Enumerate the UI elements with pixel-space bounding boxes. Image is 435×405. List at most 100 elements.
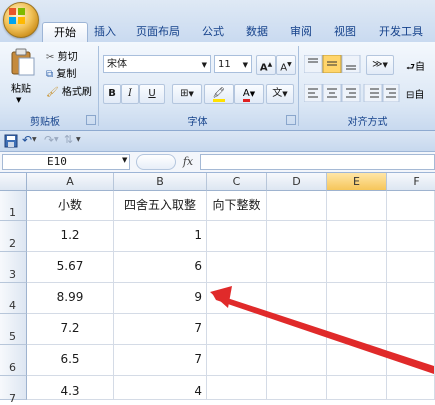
cell-b3[interactable]: 6 xyxy=(114,252,207,283)
cell-e3[interactable] xyxy=(327,252,387,283)
formula-input[interactable] xyxy=(200,154,435,170)
customize-qat-icon[interactable]: ▼ xyxy=(76,136,81,143)
row-header[interactable]: 1 xyxy=(0,191,27,221)
cell-e1[interactable] xyxy=(327,191,387,221)
cell-b6[interactable]: 7 xyxy=(114,345,207,376)
fill-color-icon: 🖍 xyxy=(212,88,226,102)
save-icon[interactable] xyxy=(4,134,18,148)
redo-icon[interactable]: ↷ xyxy=(44,133,54,147)
grow-font-button[interactable]: A▲ xyxy=(256,55,276,75)
row-header[interactable]: 5 xyxy=(0,314,27,345)
column-header-c[interactable]: C xyxy=(207,173,267,191)
annotation-arrow xyxy=(210,286,434,374)
row-number: 4 xyxy=(9,299,16,312)
merge-label: 自 xyxy=(414,90,425,101)
font-name-select[interactable]: 宋体 ▼ xyxy=(103,55,211,73)
cell-a2[interactable]: 1.2 xyxy=(27,221,114,252)
row-number: 7 xyxy=(9,392,16,405)
name-box-dropdown-icon[interactable]: ▼ xyxy=(122,156,127,164)
format-painter-button[interactable]: 🖌 格式刷 xyxy=(46,83,92,98)
phonetic-button[interactable]: 文▼ xyxy=(266,84,294,104)
cell-f3[interactable] xyxy=(387,252,435,283)
row-header[interactable]: 6 xyxy=(0,345,27,376)
undo-dropdown-icon[interactable]: ▼ xyxy=(32,136,37,143)
sort-icon[interactable]: ⇅ xyxy=(64,133,73,146)
cut-button[interactable]: ✂ 剪切 xyxy=(46,48,78,63)
clipboard-group-label: 剪贴板 xyxy=(30,117,60,128)
row-header[interactable]: 2 xyxy=(0,221,27,252)
tab-page-layout[interactable]: 页面布局 xyxy=(126,22,190,42)
cell-a7[interactable]: 4.3 xyxy=(27,376,114,400)
column-header-f[interactable]: F xyxy=(387,173,435,191)
name-box[interactable]: E10 xyxy=(2,154,130,170)
cell-b5[interactable]: 7 xyxy=(114,314,207,345)
insert-function-button[interactable]: fx xyxy=(178,154,198,170)
column-header-a[interactable]: A xyxy=(27,173,114,191)
column-header-d[interactable]: D xyxy=(267,173,327,191)
cell-b1[interactable]: 四舍五入取整 xyxy=(114,191,207,221)
shrink-font-button[interactable]: A▼ xyxy=(276,55,296,75)
cell-a3[interactable]: 5.67 xyxy=(27,252,114,283)
undo-icon[interactable]: ↶ xyxy=(22,133,32,147)
tab-review[interactable]: 审阅 xyxy=(282,22,320,42)
tab-formulas[interactable]: 公式 xyxy=(194,22,232,42)
horizontal-align-buttons[interactable] xyxy=(304,84,400,102)
group-divider xyxy=(298,46,299,126)
font-color-button[interactable]: A▼ xyxy=(234,84,264,104)
wrap-text-button[interactable]: ⮐自 xyxy=(406,58,425,77)
row-header[interactable]: 3 xyxy=(0,252,27,283)
bold-button[interactable]: B xyxy=(103,84,121,104)
cell-c1[interactable]: 向下整数 xyxy=(207,191,267,221)
tab-home[interactable]: 开始 xyxy=(42,22,88,43)
borders-icon: ⊞ xyxy=(180,88,189,99)
cell-a4[interactable]: 8.99 xyxy=(27,283,114,314)
cut-label: 剪切 xyxy=(57,52,78,63)
cell-c3[interactable] xyxy=(207,252,267,283)
cell-a6[interactable]: 6.5 xyxy=(27,345,114,376)
phonetic-label: 文 xyxy=(272,88,283,99)
formula-bar-expand-handle[interactable] xyxy=(136,154,176,170)
row-header[interactable]: 7 xyxy=(0,376,27,405)
office-logo-icon xyxy=(9,8,25,24)
merge-button[interactable]: ⊟自 xyxy=(406,86,424,101)
cell-f2[interactable] xyxy=(387,221,435,252)
row-header[interactable]: 4 xyxy=(0,283,27,314)
select-all-button[interactable] xyxy=(0,173,27,191)
cell-d3[interactable] xyxy=(267,252,327,283)
italic-button[interactable]: I xyxy=(121,84,139,104)
column-header-e[interactable]: E xyxy=(327,173,387,191)
chevron-down-icon: ▼ xyxy=(242,61,248,69)
cell-f1[interactable] xyxy=(387,191,435,221)
fill-color-button[interactable]: 🖍 xyxy=(204,84,234,104)
tab-data[interactable]: 数据 xyxy=(238,22,276,42)
paste-dropdown-icon[interactable]: ▼ xyxy=(16,96,21,104)
cell-b2[interactable]: 1 xyxy=(114,221,207,252)
borders-button[interactable]: ⊞▼ xyxy=(172,84,202,104)
cell-b7[interactable]: 4 xyxy=(114,376,207,400)
tab-insert[interactable]: 插入 xyxy=(88,22,122,42)
vertical-align-buttons[interactable] xyxy=(304,55,362,73)
cell-a5[interactable]: 7.2 xyxy=(27,314,114,345)
format-painter-label: 格式刷 xyxy=(61,87,92,98)
tab-developer[interactable]: 开发工具 xyxy=(370,22,432,42)
column-header-b[interactable]: B xyxy=(114,173,207,191)
paste-button[interactable]: 粘贴 xyxy=(11,80,31,95)
paste-icon[interactable] xyxy=(10,48,36,76)
font-size-select[interactable]: 11 ▼ xyxy=(214,55,252,73)
underline-button[interactable]: U xyxy=(139,84,165,104)
row-number: 5 xyxy=(9,330,16,343)
cell-d1[interactable] xyxy=(267,191,327,221)
cell-b4[interactable]: 9 xyxy=(114,283,207,314)
cell-e2[interactable] xyxy=(327,221,387,252)
cell-c2[interactable] xyxy=(207,221,267,252)
font-launcher-icon[interactable] xyxy=(286,115,296,125)
cell-a1[interactable]: 小数 xyxy=(27,191,114,221)
orientation-button[interactable]: ≫▼ xyxy=(366,55,394,75)
clipboard-launcher-icon[interactable] xyxy=(86,115,96,125)
wrap-text-label: 自 xyxy=(415,62,425,73)
copy-button[interactable]: ⧉ 复制 xyxy=(46,65,76,80)
tab-view[interactable]: 视图 xyxy=(326,22,364,42)
row-number: 3 xyxy=(9,268,16,281)
redo-dropdown-icon[interactable]: ▼ xyxy=(54,136,59,143)
cell-d2[interactable] xyxy=(267,221,327,252)
